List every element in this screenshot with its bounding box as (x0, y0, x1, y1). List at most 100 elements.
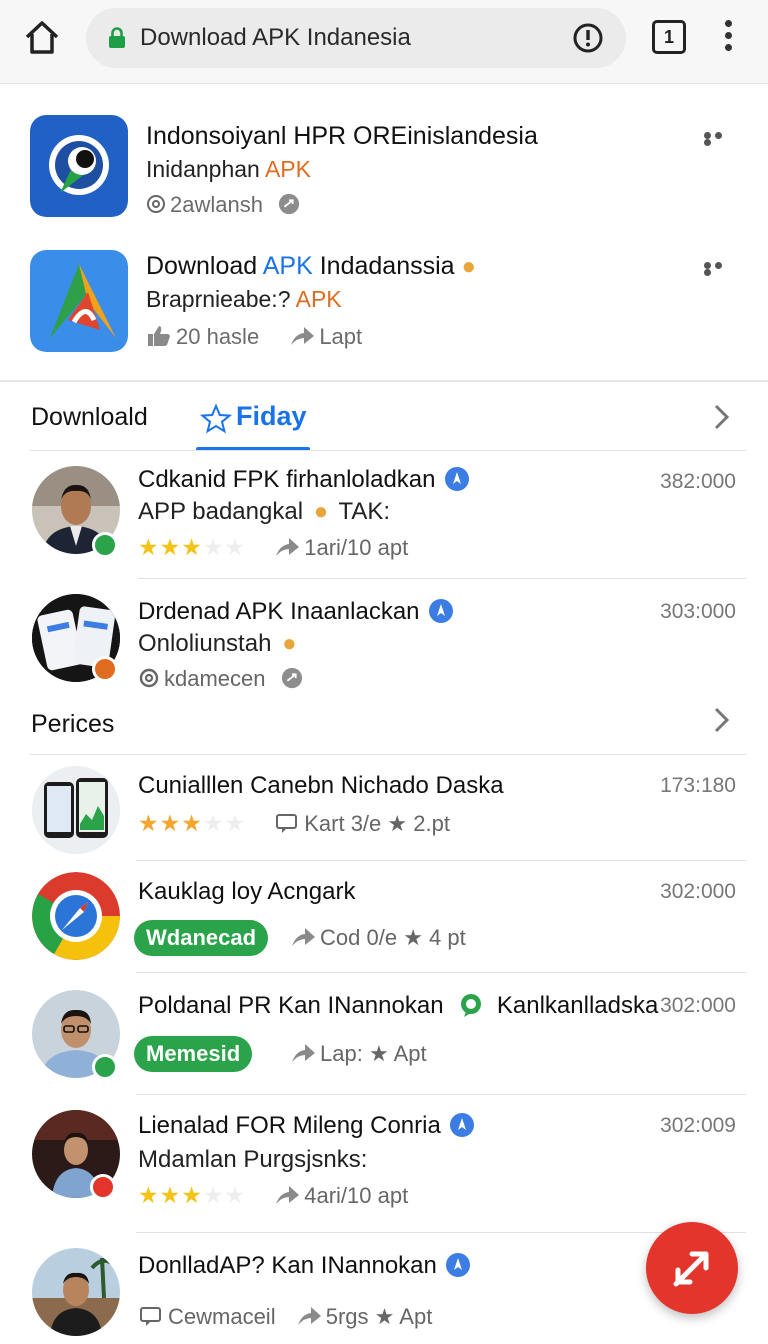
share-icon (276, 538, 300, 556)
install-button[interactable]: Memesid (134, 1036, 253, 1072)
item-title: Cunialllen Canebn Nichado Daska (138, 772, 504, 799)
chevron-right-icon[interactable] (712, 706, 732, 734)
item-subtitle: APP badangkal ● TAK: (138, 498, 390, 525)
verified-icon (444, 467, 469, 491)
share-icon (281, 667, 302, 689)
edit-fab-button[interactable] (646, 1222, 738, 1314)
app-icon (30, 115, 128, 217)
item-title: Poldanal PR Kan INannokan Kanlkanlladska (138, 992, 659, 1019)
share-icon (291, 327, 315, 345)
item-title: Kauklag loy Acngark (138, 878, 356, 905)
emoji-icon: ● (313, 498, 329, 525)
status-badge (92, 532, 118, 558)
status-badge (90, 1174, 116, 1200)
thumb-icon (148, 326, 170, 346)
edit-fab-icon (673, 1251, 709, 1287)
more-horiz-icon[interactable] (704, 132, 736, 146)
featured-title: Indonsoiyanl HPR OREinislandesia (146, 122, 538, 150)
download-count: 302:000 (660, 994, 736, 1017)
featured-subtitle: Braprnieabe:? APK (146, 286, 342, 312)
item-title: Cdkanid FPK firhanloladkan (138, 466, 470, 494)
avatar (32, 766, 120, 854)
item-meta: ★★★★★ 1ari/10 apt (138, 534, 409, 560)
share-icon (292, 928, 315, 946)
lock-icon (109, 27, 125, 48)
at-icon (139, 668, 159, 688)
divider (136, 860, 746, 861)
featured-meta: 2awlansh (146, 192, 305, 218)
featured-app-card[interactable]: Indonsoiyanl HPR OREinislandesia Inidanp… (0, 112, 768, 242)
avatar (32, 1248, 120, 1336)
more-horiz-icon[interactable] (704, 262, 736, 276)
list-item[interactable]: Cdkanid FPK firhanloladkan APP badangkal… (0, 460, 768, 578)
item-meta: Cod 0/e ★ 4 pt (290, 925, 466, 951)
list-item[interactable]: Cunialllen Canebn Nichado Daska ★★★★★ Ka… (0, 764, 768, 858)
star-icon: ★ (368, 1041, 389, 1066)
info-icon[interactable] (572, 22, 604, 54)
featured-app-card[interactable]: Download APK Indadanssia ● Braprnieabe:?… (0, 242, 768, 372)
emoji-icon: ● (461, 253, 477, 280)
rating-stars: ★★★★★ (138, 534, 247, 560)
star-icon: ★ (374, 1304, 395, 1329)
item-title: DonlladAP? Kan INannokan (138, 1252, 471, 1280)
share-icon (278, 193, 300, 215)
list-item[interactable]: Poldanal PR Kan INannokan Kanlkanlladska… (0, 984, 768, 1090)
comment-icon (276, 814, 298, 833)
item-subtitle: Onloliunstah ● (138, 630, 297, 657)
address-text: Download APK Indanesia (140, 24, 411, 51)
emoji-icon: ● (282, 630, 297, 657)
item-title: Lienalad FOR Mileng Conria (138, 1112, 475, 1140)
rating-stars: ★★★★★ (138, 1182, 247, 1208)
tab-bar: Downloald Fiday (0, 385, 768, 451)
share-icon (276, 1186, 300, 1204)
download-count: 382:000 (660, 470, 736, 493)
item-meta: Cewmaceil 5rgs ★ Apt (138, 1304, 432, 1330)
divider (0, 380, 768, 382)
app-icon (30, 250, 128, 352)
featured-title: Download APK Indadanssia ● (146, 252, 477, 280)
featured-subtitle: Inidanphan APK (146, 156, 311, 182)
browser-toolbar: Download APK Indanesia 1 (0, 0, 768, 84)
chat-icon (461, 994, 482, 1017)
download-count: 303:000 (660, 600, 736, 623)
item-title: Drdenad APK Inaanlackan (138, 598, 454, 626)
rating-stars: ★★★★★ (138, 810, 247, 836)
home-icon[interactable] (22, 18, 62, 58)
chevron-right-icon[interactable] (712, 403, 732, 431)
tab-download[interactable]: Downloald (31, 403, 148, 432)
divider (136, 1094, 746, 1095)
list-item[interactable]: Drdenad APK Inaanlackan Onloliunstah ● k… (0, 590, 768, 694)
item-subtitle: Mdamlan Purgsjsnks: (138, 1146, 368, 1173)
star-icon: ★ (403, 925, 423, 950)
share-icon (297, 1307, 321, 1325)
list-item[interactable]: Lienalad FOR Mileng Conria Mdamlan Purgs… (0, 1104, 768, 1224)
tab-friday[interactable]: Fiday (196, 385, 310, 451)
section-title: Perices (31, 710, 115, 738)
share-icon (292, 1044, 315, 1062)
at-icon (147, 195, 165, 213)
status-badge (92, 1054, 118, 1080)
divider (136, 1232, 746, 1233)
more-vert-icon[interactable] (722, 20, 734, 56)
item-meta: ★★★★★ 4ari/10 apt (138, 1182, 409, 1208)
verified-icon (449, 1113, 474, 1137)
address-bar[interactable]: Download APK Indanesia (86, 8, 626, 68)
avatar (32, 872, 120, 960)
tabs-icon[interactable]: 1 (652, 20, 686, 54)
star-icon: ★ (387, 811, 408, 836)
divider (30, 754, 746, 755)
download-count: 173:180 (660, 774, 736, 797)
comment-icon (140, 1307, 161, 1326)
item-meta: ★★★★★ Kart 3/e ★ 2.pt (138, 810, 450, 836)
item-meta: Lap: ★ Apt (290, 1041, 427, 1067)
divider (138, 578, 746, 579)
verified-icon (445, 1253, 470, 1277)
divider (30, 450, 746, 451)
list-item[interactable]: Kauklag loy Acngark Wdanecad Cod 0/e ★ 4… (0, 870, 768, 970)
install-button[interactable]: Wdanecad (134, 920, 269, 956)
divider (136, 972, 746, 973)
status-badge (92, 656, 118, 682)
download-count: 302:000 (660, 880, 736, 903)
verified-icon (428, 599, 453, 623)
star-outline-icon (200, 403, 232, 434)
